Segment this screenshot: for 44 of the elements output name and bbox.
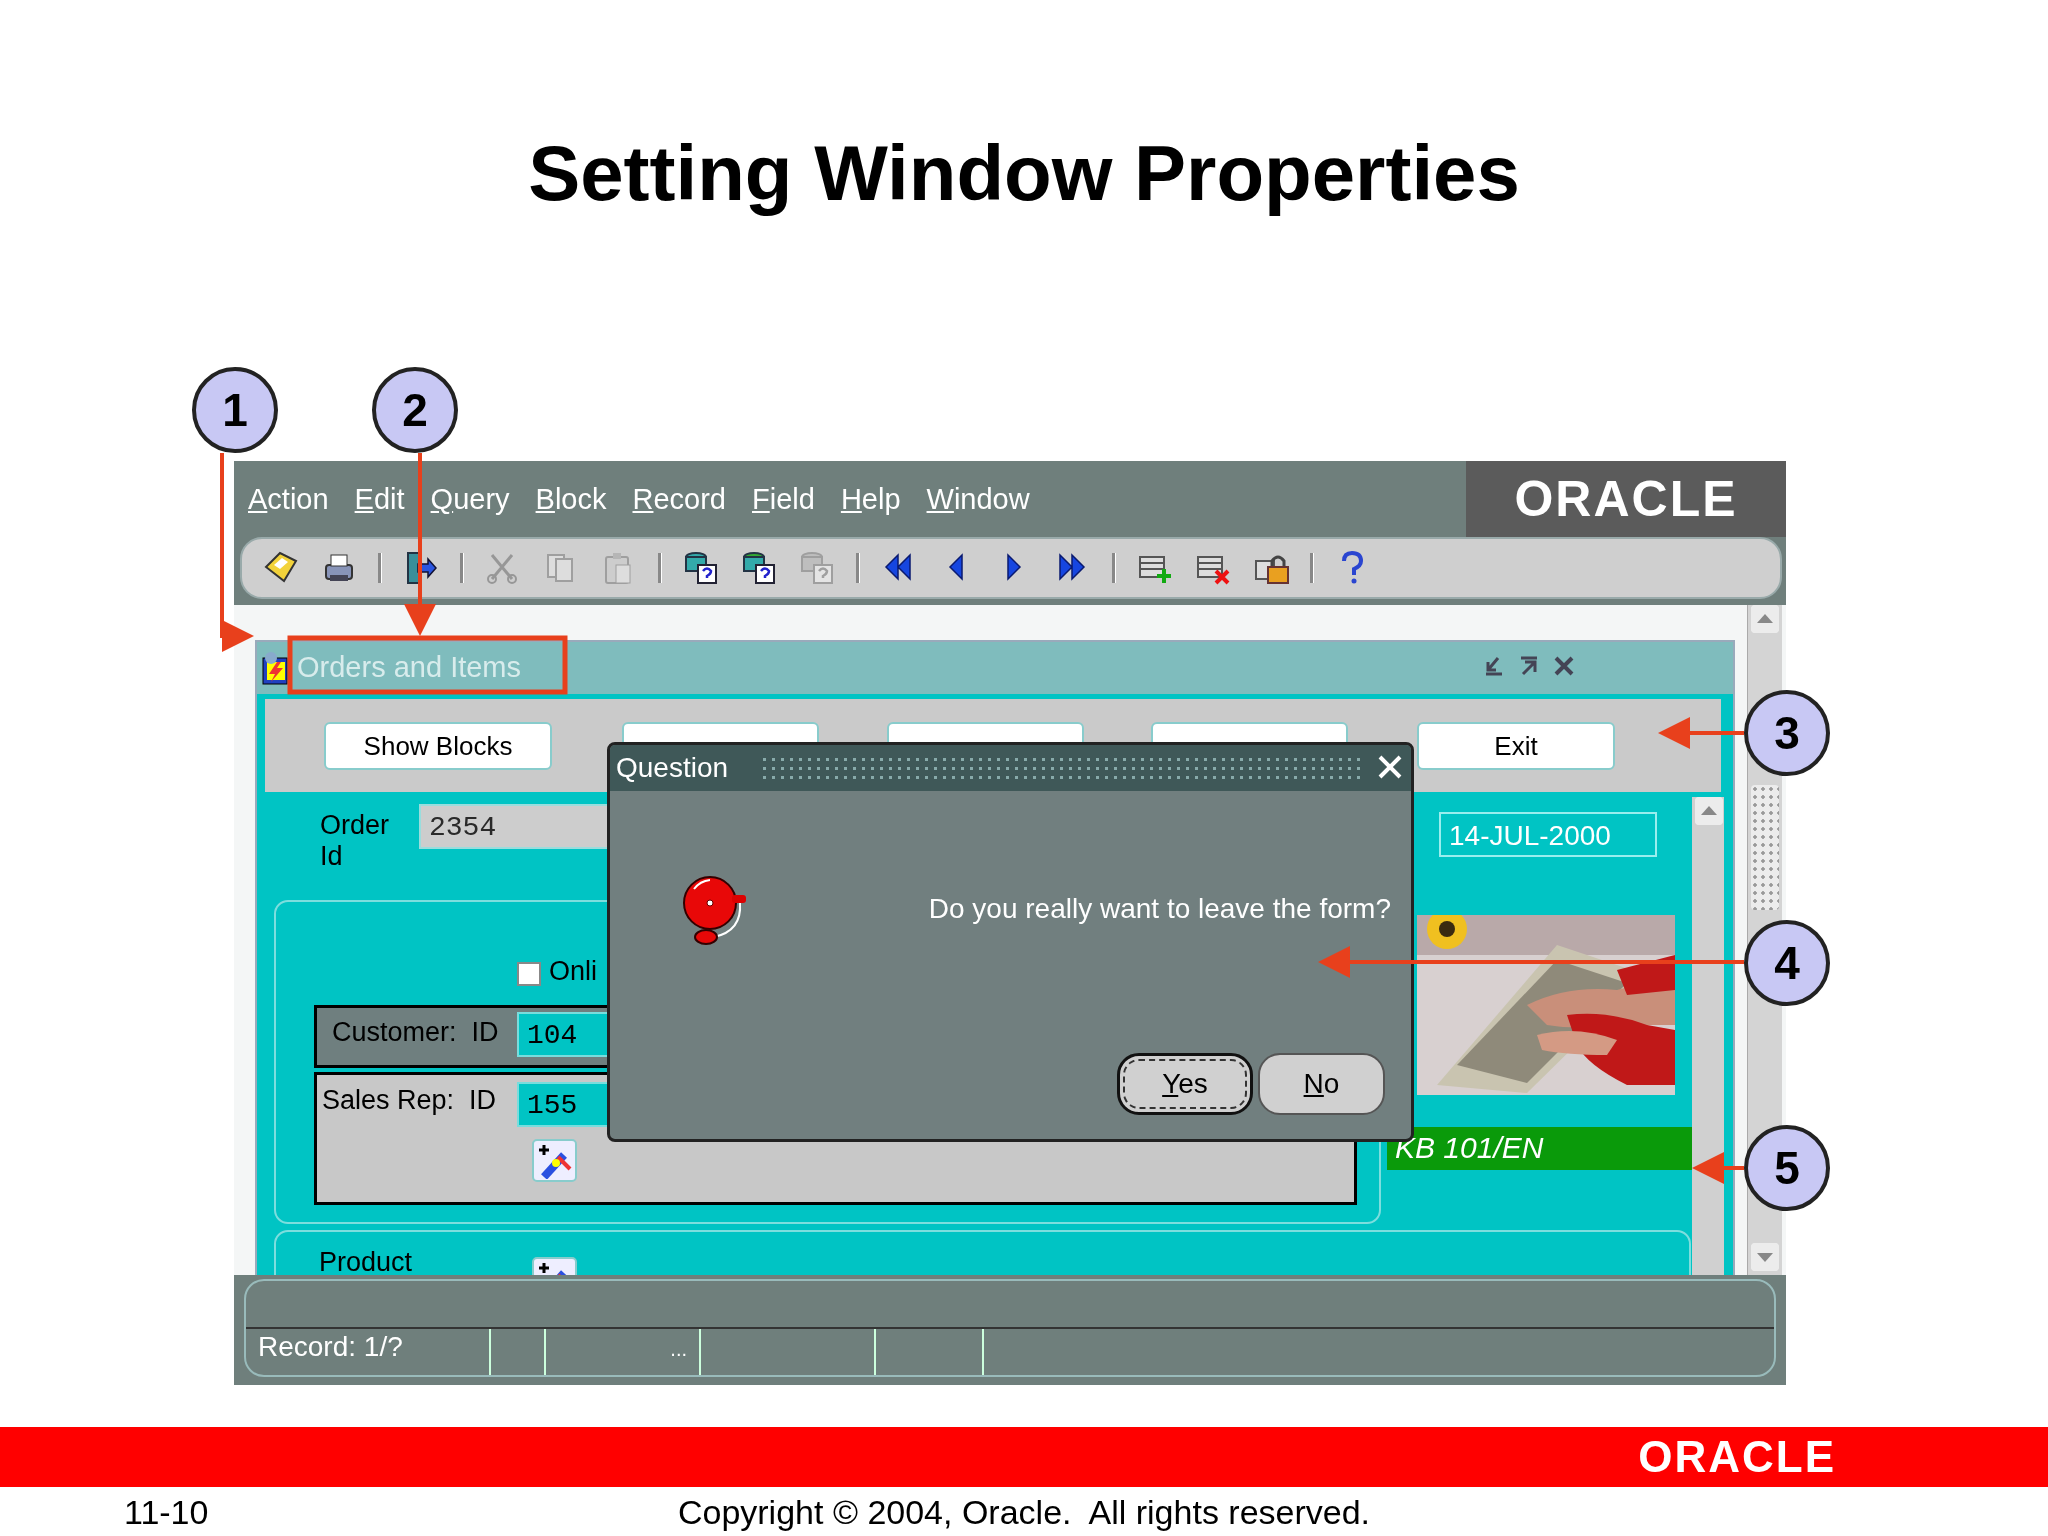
- product-code-field[interactable]: KB 101/EN: [1387, 1127, 1692, 1170]
- lov-button[interactable]: [532, 1139, 577, 1182]
- form-icon: [259, 650, 291, 686]
- query-icon[interactable]: [682, 549, 720, 587]
- window-title: Orders and Items: [297, 651, 522, 684]
- checkbox[interactable]: [517, 962, 541, 986]
- dialog-message: Do you really want to leave the form?: [928, 893, 1391, 925]
- logo: ORACLE: [1638, 1432, 1836, 1482]
- close-icon[interactable]: [1377, 754, 1403, 780]
- dialog-button[interactable]: Yes: [1117, 1053, 1253, 1115]
- menu-item[interactable]: Record: [632, 482, 726, 516]
- field-label: Order Id: [320, 810, 391, 872]
- field-label: Product: [319, 1247, 413, 1275]
- dialog-button[interactable]: No: [1258, 1053, 1385, 1115]
- scrollbar[interactable]: [1692, 797, 1724, 1275]
- field-label: Customer: ID: [332, 1017, 499, 1048]
- form-button[interactable]: Show Blocks: [324, 722, 552, 770]
- callout-number: 5: [1744, 1125, 1830, 1211]
- copyright-text: Copyright © 2004, Oracle. All rights reserved.: [677, 1493, 1371, 1531]
- status-text: ...: [670, 1338, 687, 1360]
- callout-number: 3: [1744, 690, 1830, 776]
- callout-number: 4: [1744, 920, 1830, 1006]
- query-icon[interactable]: [740, 549, 778, 587]
- callout-number: 2: [372, 367, 458, 453]
- field-label: Sales Rep: ID: [322, 1085, 497, 1116]
- callout-number: 1: [192, 367, 278, 453]
- menu-item[interactable]: Query: [430, 482, 510, 516]
- menu-item[interactable]: Action: [248, 482, 329, 516]
- scroll-thumb[interactable]: [1751, 785, 1779, 910]
- form-button[interactable]: Exit: [1417, 722, 1615, 770]
- slide-title: Setting Window Properties: [528, 129, 1520, 217]
- leader-arrow: [1692, 1152, 1744, 1184]
- menu-item[interactable]: Help: [840, 482, 901, 516]
- dialog-title: Question: [616, 752, 729, 784]
- menu-item[interactable]: Field: [752, 482, 815, 516]
- menu-item[interactable]: Window: [926, 482, 1030, 516]
- logo: ORACLE: [1514, 470, 1738, 528]
- close-icon[interactable]: [1552, 654, 1576, 678]
- page-number: 11-10: [124, 1493, 209, 1532]
- date-field[interactable]: 14-JUL-2000: [1439, 812, 1657, 857]
- menu-item[interactable]: Edit: [354, 482, 405, 516]
- status-text: Record: 1/?: [246, 1329, 491, 1375]
- menu-item[interactable]: Block: [535, 482, 607, 516]
- checkbox-label: Onli: [549, 956, 597, 987]
